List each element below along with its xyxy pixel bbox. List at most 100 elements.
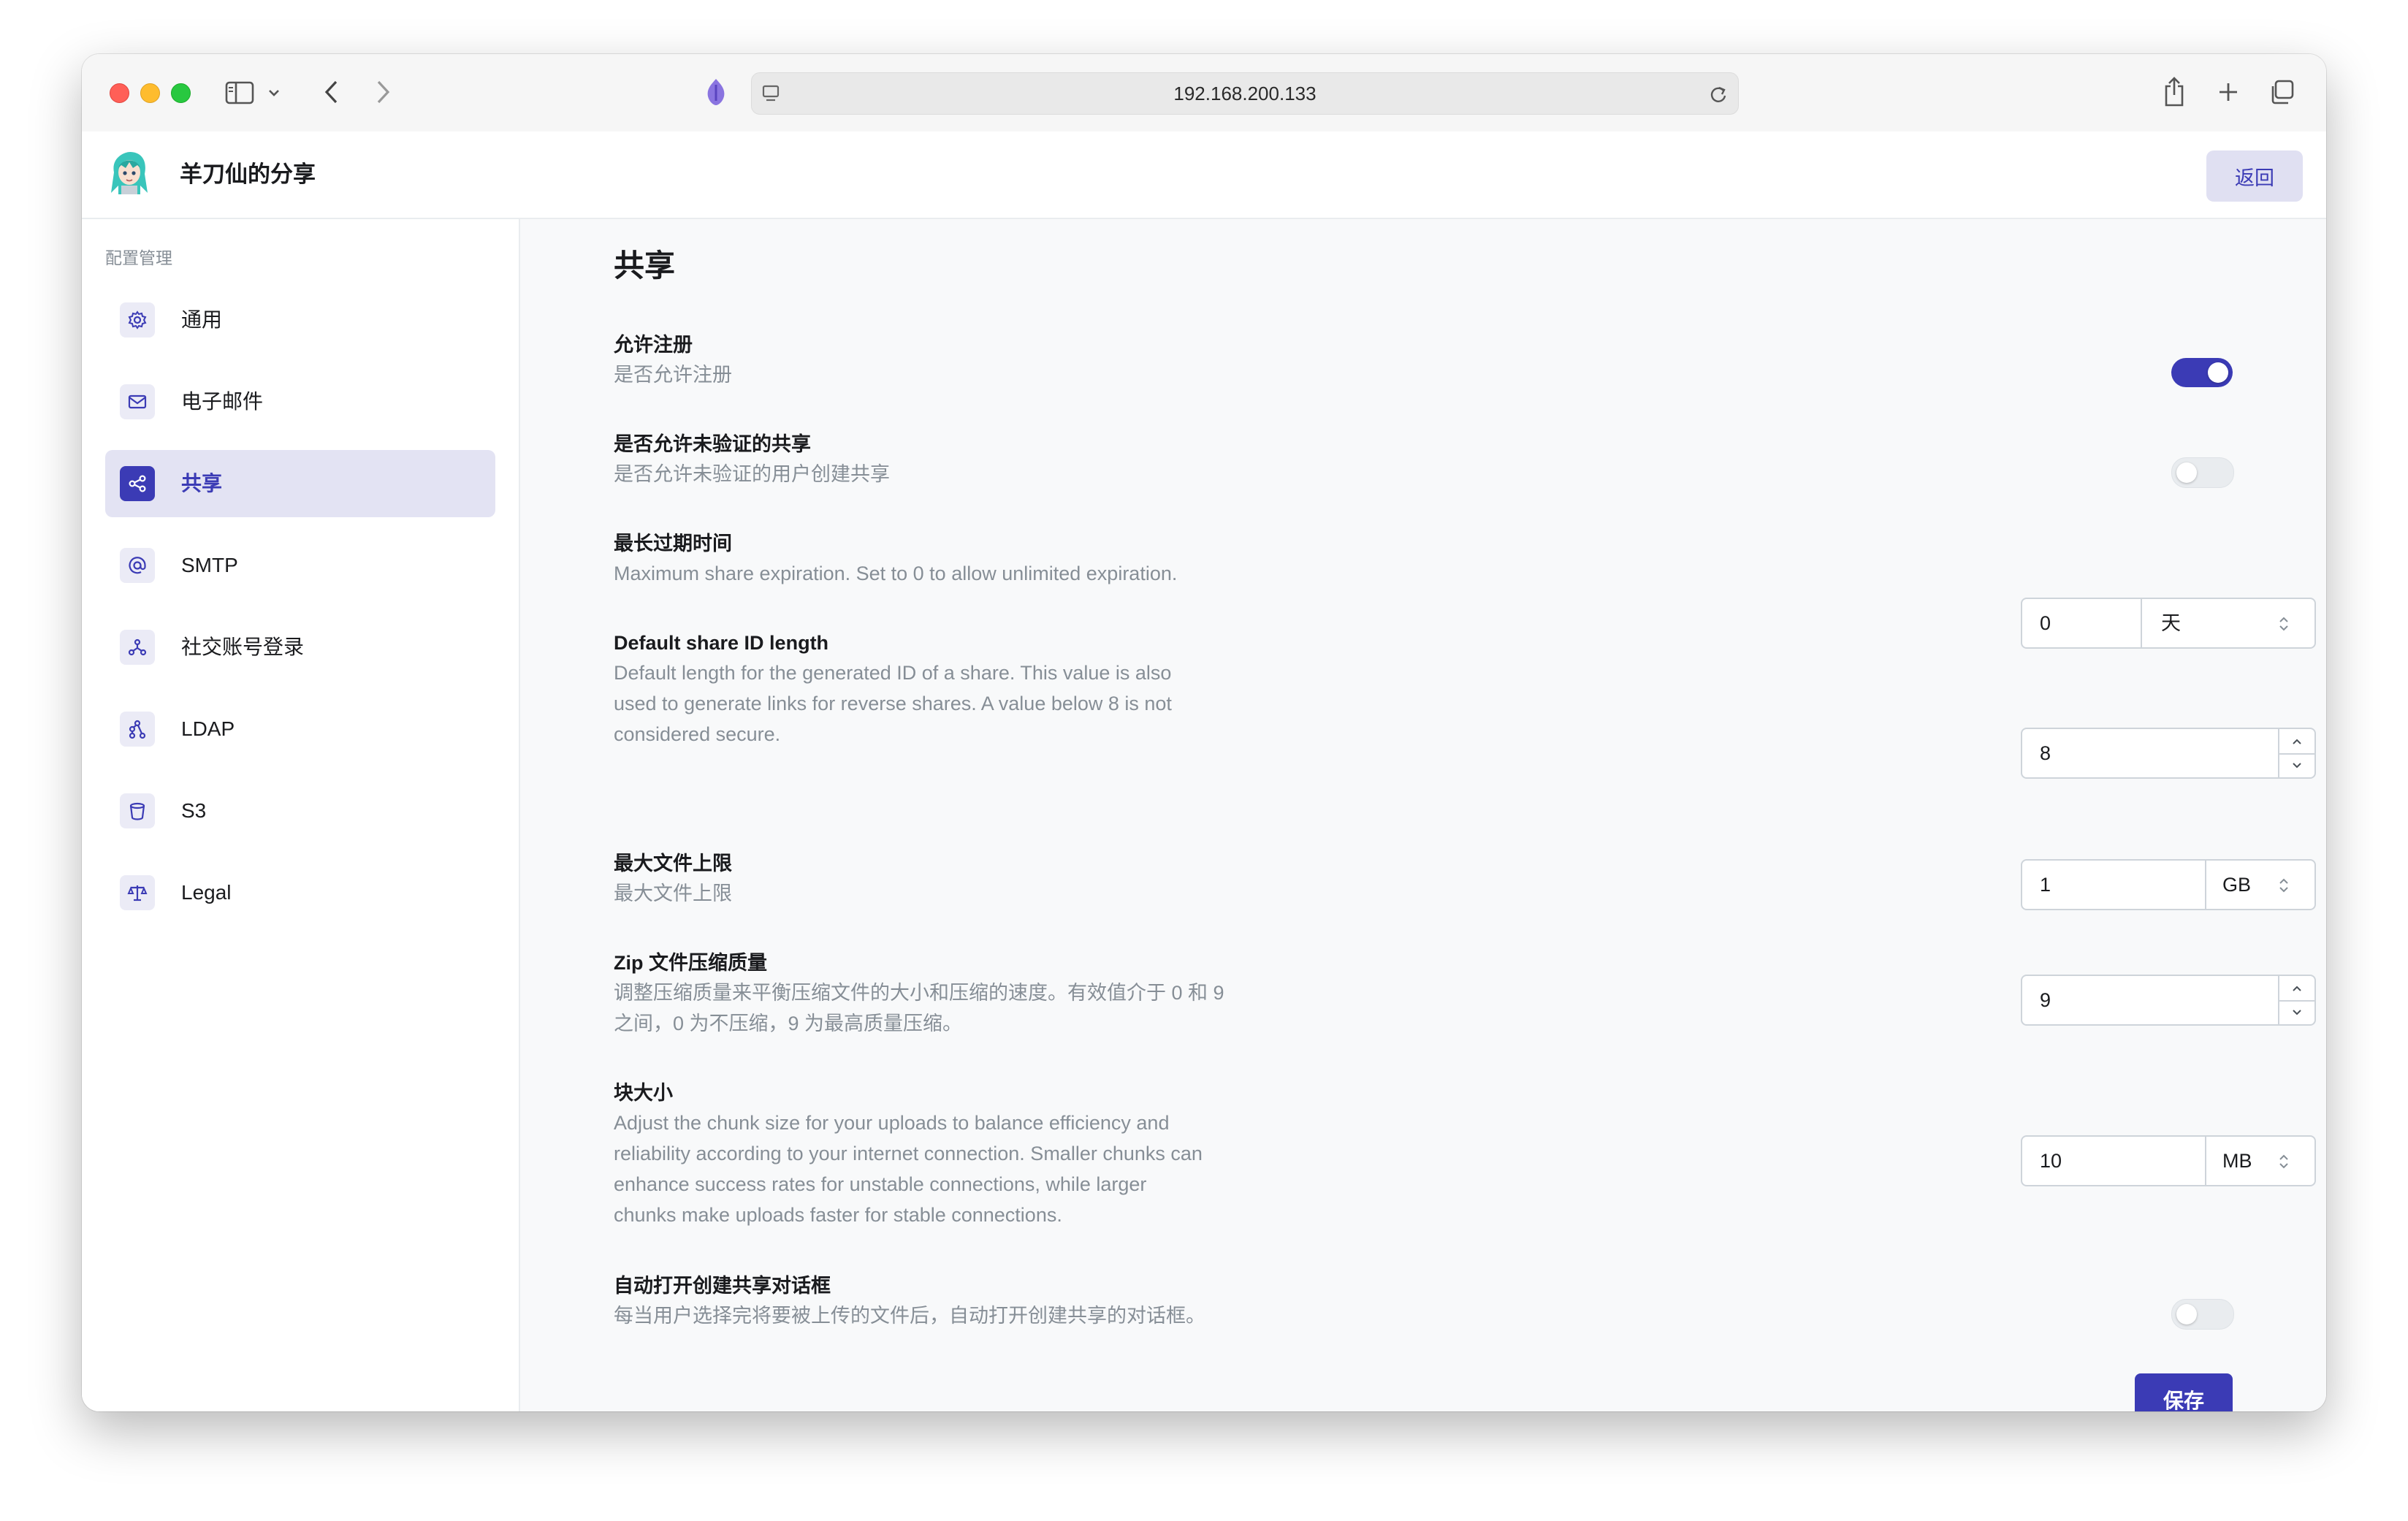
toggle-knob	[2208, 362, 2228, 383]
app-title: 羊刀仙的分享	[180, 161, 316, 187]
page-title: 共享	[614, 248, 676, 283]
input-divider	[2205, 861, 2206, 909]
sidebar-item-legal[interactable]: Legal	[105, 859, 495, 926]
settings-main: 共享 允许注册 是否允许注册 是否允许未验证的共享 是否允许未验证的用户创建共享…	[520, 219, 2326, 1411]
sidebar-item-smtp[interactable]: SMTP	[105, 532, 495, 599]
scale-icon	[120, 875, 155, 910]
new-tab-icon[interactable]	[2214, 77, 2243, 107]
setting-description-line: considered secure.	[614, 723, 781, 745]
extension-icon[interactable]	[700, 75, 732, 110]
logo-avatar	[108, 150, 150, 196]
setting-chunk-size: 块大小 Adjust the chunk size for your uploa…	[614, 1078, 1279, 1230]
setting-auto-open-dialog: 自动打开创建共享对话框 每当用户选择完将要被上传的文件后，自动打开创建共享的对话…	[614, 1271, 1279, 1331]
setting-allow-unauth-shares: 是否允许未验证的共享 是否允许未验证的用户创建共享	[614, 430, 1279, 489]
sidebar-item-label: SMTP	[181, 554, 238, 576]
select-chevron-icon	[2278, 615, 2290, 636]
increment-button[interactable]	[2279, 729, 2314, 755]
setting-title: Zip 文件压缩质量	[614, 952, 767, 974]
setting-description-line: enhance success rates for unstable conne…	[614, 1173, 1147, 1195]
sidebar-item-s3[interactable]: S3	[105, 777, 495, 845]
sidebar-toggle-icon[interactable]	[224, 79, 256, 107]
back-button[interactable]: 返回	[2206, 150, 2303, 202]
setting-title: 最大文件上限	[614, 853, 732, 874]
select-chevron-icon	[2278, 1153, 2290, 1174]
setting-description-line: chunks make uploads faster for stable co…	[614, 1204, 1062, 1226]
expiration-unit-select[interactable]: 天	[2161, 599, 2181, 647]
select-chevron-icon	[2278, 877, 2290, 898]
address-bar[interactable]: 192.168.200.133	[751, 72, 1739, 115]
sidebar-item-general[interactable]: 通用	[105, 286, 495, 354]
back-arrow-icon[interactable]	[317, 77, 346, 107]
setting-title: 是否允许未验证的共享	[614, 433, 811, 455]
increment-button[interactable]	[2279, 976, 2314, 1002]
allow-registration-toggle[interactable]	[2171, 358, 2233, 387]
setting-max-expiration: 最长过期时间 Maximum share expiration. Set to …	[614, 529, 1279, 589]
auto-open-dialog-toggle[interactable]	[2171, 1299, 2234, 1330]
allow-unauth-shares-toggle[interactable]	[2171, 457, 2234, 488]
setting-zip-level: Zip 文件压缩质量 调整压缩质量来平衡压缩文件的大小和压缩的速度。有效值介于 …	[614, 948, 1279, 1039]
zip-level-input-group: 9	[2021, 975, 2316, 1026]
setting-title: Default share ID length	[614, 632, 829, 654]
minimize-window-button[interactable]	[140, 83, 160, 103]
chunk-size-input-group: 10 MB	[2021, 1135, 2316, 1186]
close-window-button[interactable]	[110, 83, 129, 103]
number-stepper	[2278, 729, 2314, 777]
reload-icon[interactable]	[1707, 83, 1729, 105]
share-id-length-input[interactable]: 8	[2040, 729, 2051, 777]
setting-description: 最大文件上限	[614, 883, 732, 904]
sidebar-item-label: LDAP	[181, 717, 235, 740]
save-button[interactable]: 保存	[2135, 1373, 2233, 1411]
toggle-knob	[2176, 1304, 2197, 1324]
setting-description-line: Adjust the chunk size for your uploads t…	[614, 1112, 1170, 1134]
max-size-input[interactable]: 1	[2040, 861, 2051, 909]
zoom-window-button[interactable]	[171, 83, 191, 103]
setting-description: Maximum share expiration. Set to 0 to al…	[614, 563, 1178, 584]
setting-description-line: 调整压缩质量来平衡压缩文件的大小和压缩的速度。有效值介于 0 和 9	[614, 982, 1224, 1004]
max-expiration-input-group: 0 天	[2021, 598, 2316, 649]
mail-icon	[120, 384, 155, 419]
setting-description-line: Default length for the generated ID of a…	[614, 662, 1172, 684]
setting-description-line: 之间，0 为不压缩，9 为最高质量压缩。	[614, 1013, 963, 1034]
settings-sidebar: 配置管理 通用 电子邮件 共享 SMTP 社交账号登录 LDAP S3 Lega…	[82, 219, 520, 1411]
decrement-button[interactable]	[2279, 1000, 2314, 1024]
share-id-length-input-group: 8	[2021, 728, 2316, 779]
setting-title: 块大小	[614, 1082, 673, 1104]
setting-title: 自动打开创建共享对话框	[614, 1275, 831, 1297]
sidebar-item-label: 社交账号登录	[181, 636, 305, 658]
decrement-button[interactable]	[2279, 753, 2314, 777]
setting-description: 是否允许注册	[614, 364, 732, 386]
sidebar-item-label: S3	[181, 799, 207, 822]
url-text: 192.168.200.133	[1173, 83, 1317, 104]
input-divider	[2141, 599, 2142, 647]
forward-arrow-icon[interactable]	[368, 77, 397, 107]
setting-description: 是否允许未验证的用户创建共享	[614, 463, 890, 485]
toggle-knob	[2176, 462, 2197, 483]
setting-share-id-length: Default share ID length Default length f…	[614, 628, 1279, 750]
bucket-icon	[120, 793, 155, 828]
input-divider	[2205, 1137, 2206, 1185]
sidebar-item-share[interactable]: 共享	[105, 450, 495, 517]
setting-description: 每当用户选择完将要被上传的文件后，自动打开创建共享的对话框。	[614, 1305, 1205, 1327]
setting-description-line: used to generate links for reverse share…	[614, 693, 1172, 714]
share-icon	[120, 466, 155, 501]
sidebar-item-label: 电子邮件	[181, 390, 264, 413]
size-unit-select[interactable]: GB	[2222, 861, 2251, 909]
setting-title: 允许注册	[614, 334, 693, 356]
ldap-icon	[120, 712, 155, 747]
sidebar-item-social-login[interactable]: 社交账号登录	[105, 614, 495, 681]
chunk-unit-select[interactable]: MB	[2222, 1137, 2252, 1185]
share-page-icon[interactable]	[2160, 73, 2189, 110]
setting-description-line: reliability according to your internet c…	[614, 1143, 1203, 1164]
browser-toolbar: 192.168.200.133	[82, 54, 2326, 133]
max-expiration-input[interactable]: 0	[2040, 599, 2051, 647]
setting-title: 最长过期时间	[614, 533, 732, 554]
chevron-down-icon[interactable]	[266, 86, 282, 99]
zip-level-input[interactable]: 9	[2040, 976, 2051, 1024]
sidebar-item-ldap[interactable]: LDAP	[105, 695, 495, 763]
setting-allow-registration: 允许注册 是否允许注册	[614, 330, 1279, 390]
number-stepper	[2278, 976, 2314, 1024]
tab-overview-icon[interactable]	[2266, 77, 2297, 107]
chunk-size-input[interactable]: 10	[2040, 1137, 2062, 1185]
gear-icon	[120, 302, 155, 338]
sidebar-item-email[interactable]: 电子邮件	[105, 368, 495, 435]
